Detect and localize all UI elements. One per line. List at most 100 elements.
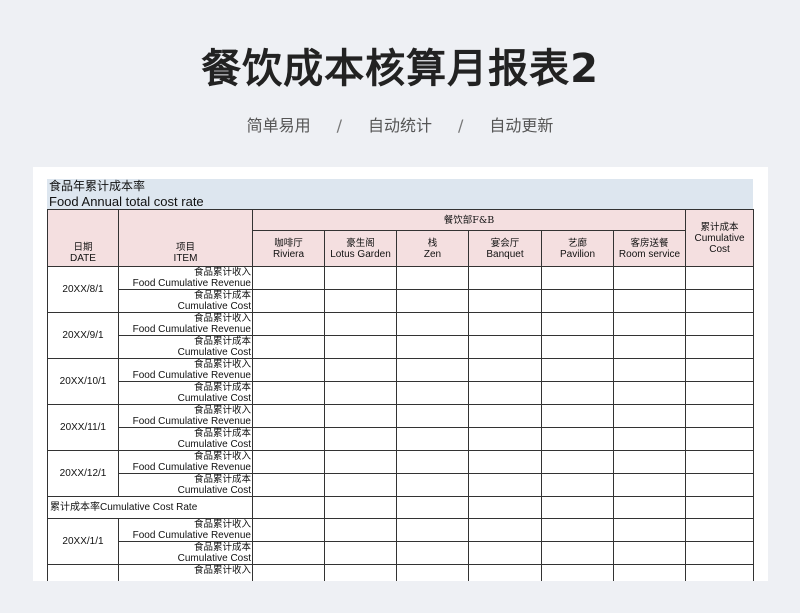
value-cell[interactable] bbox=[324, 312, 397, 336]
value-cell[interactable] bbox=[613, 427, 686, 451]
value-cell[interactable] bbox=[541, 564, 614, 581]
value-cell[interactable] bbox=[324, 404, 397, 428]
value-cell[interactable] bbox=[541, 473, 614, 497]
value-cell[interactable] bbox=[613, 518, 686, 542]
value-cell[interactable] bbox=[468, 473, 542, 497]
item-cell: 食品累计收入 bbox=[118, 564, 253, 581]
value-cell[interactable] bbox=[541, 335, 614, 359]
value-cell[interactable] bbox=[396, 518, 469, 542]
value-cell[interactable] bbox=[685, 473, 754, 497]
value-cell[interactable] bbox=[468, 541, 542, 565]
value-cell[interactable] bbox=[685, 312, 754, 336]
value-cell[interactable] bbox=[252, 266, 325, 290]
value-cell[interactable] bbox=[468, 404, 542, 428]
value-cell[interactable] bbox=[541, 450, 614, 474]
value-cell[interactable] bbox=[396, 473, 469, 497]
value-cell[interactable] bbox=[396, 541, 469, 565]
value-cell[interactable] bbox=[252, 404, 325, 428]
value-cell[interactable] bbox=[468, 427, 542, 451]
value-cell[interactable] bbox=[396, 266, 469, 290]
value-cell[interactable] bbox=[252, 427, 325, 451]
value-cell[interactable] bbox=[324, 289, 397, 313]
value-cell[interactable] bbox=[324, 358, 397, 382]
value-cell[interactable] bbox=[252, 473, 325, 497]
value-cell[interactable] bbox=[324, 450, 397, 474]
value-cell[interactable] bbox=[685, 381, 754, 405]
value-cell[interactable] bbox=[324, 518, 397, 542]
value-cell[interactable] bbox=[613, 473, 686, 497]
value-cell[interactable] bbox=[324, 335, 397, 359]
value-cell[interactable] bbox=[396, 312, 469, 336]
value-cell[interactable] bbox=[541, 404, 614, 428]
value-cell[interactable] bbox=[685, 450, 754, 474]
item-label-cn: 食品累计成本 bbox=[193, 474, 251, 486]
value-cell[interactable] bbox=[324, 266, 397, 290]
value-cell[interactable] bbox=[613, 404, 686, 428]
sheet-banner: 食品年累计成本率 Food Annual total cost rate bbox=[47, 179, 753, 209]
value-cell[interactable] bbox=[613, 266, 686, 290]
item-cell: 食品累计收入 Food Cumulative Revenue bbox=[118, 358, 253, 382]
value-cell[interactable] bbox=[252, 564, 325, 581]
value-cell[interactable] bbox=[685, 541, 754, 565]
value-cell[interactable] bbox=[541, 289, 614, 313]
value-cell[interactable] bbox=[541, 541, 614, 565]
value-cell[interactable] bbox=[396, 427, 469, 451]
value-cell[interactable] bbox=[685, 564, 754, 581]
value-cell[interactable] bbox=[468, 358, 542, 382]
value-cell[interactable] bbox=[613, 312, 686, 336]
value-cell[interactable] bbox=[324, 427, 397, 451]
value-cell[interactable] bbox=[252, 541, 325, 565]
value-cell[interactable] bbox=[252, 312, 325, 336]
value-cell[interactable] bbox=[252, 358, 325, 382]
value-cell[interactable] bbox=[685, 427, 754, 451]
value-cell[interactable] bbox=[396, 358, 469, 382]
value-cell[interactable] bbox=[685, 404, 754, 428]
value-cell[interactable] bbox=[324, 541, 397, 565]
value-cell[interactable] bbox=[468, 450, 542, 474]
value-cell[interactable] bbox=[541, 427, 614, 451]
value-cell[interactable] bbox=[685, 289, 754, 313]
value-cell[interactable] bbox=[468, 266, 542, 290]
value-cell[interactable] bbox=[396, 289, 469, 313]
value-cell[interactable] bbox=[541, 312, 614, 336]
spreadsheet-preview: 食品年累计成本率 Food Annual total cost rate 日期 … bbox=[33, 167, 768, 581]
value-cell[interactable] bbox=[613, 289, 686, 313]
value-cell[interactable] bbox=[613, 358, 686, 382]
value-cell[interactable] bbox=[541, 266, 614, 290]
value-cell[interactable] bbox=[685, 266, 754, 290]
value-cell[interactable] bbox=[468, 518, 542, 542]
value-cell[interactable] bbox=[396, 564, 469, 581]
value-cell[interactable] bbox=[613, 450, 686, 474]
value-cell[interactable] bbox=[468, 564, 542, 581]
value-cell[interactable] bbox=[324, 473, 397, 497]
value-cell[interactable] bbox=[252, 289, 325, 313]
value-cell[interactable] bbox=[396, 404, 469, 428]
outlet-header-en: Riviera bbox=[272, 248, 305, 260]
value-cell[interactable] bbox=[613, 541, 686, 565]
value-cell[interactable] bbox=[613, 335, 686, 359]
value-cell[interactable] bbox=[252, 381, 325, 405]
value-cell[interactable] bbox=[468, 289, 542, 313]
value-cell[interactable] bbox=[685, 518, 754, 542]
value-cell[interactable] bbox=[468, 312, 542, 336]
item-cell: 食品累计收入 Food Cumulative Revenue bbox=[118, 518, 253, 542]
item-label-en: Cumulative Cost bbox=[177, 485, 251, 496]
value-cell[interactable] bbox=[252, 335, 325, 359]
value-cell[interactable] bbox=[541, 381, 614, 405]
value-cell[interactable] bbox=[324, 381, 397, 405]
value-cell[interactable] bbox=[252, 518, 325, 542]
value-cell[interactable] bbox=[324, 564, 397, 581]
value-cell[interactable] bbox=[396, 335, 469, 359]
outlet-header: 咖啡厅 Riviera bbox=[252, 230, 325, 267]
value-cell[interactable] bbox=[613, 564, 686, 581]
value-cell[interactable] bbox=[685, 335, 754, 359]
value-cell[interactable] bbox=[468, 335, 542, 359]
value-cell[interactable] bbox=[396, 381, 469, 405]
value-cell[interactable] bbox=[541, 518, 614, 542]
value-cell[interactable] bbox=[613, 381, 686, 405]
value-cell[interactable] bbox=[252, 450, 325, 474]
value-cell[interactable] bbox=[468, 381, 542, 405]
value-cell[interactable] bbox=[685, 358, 754, 382]
value-cell[interactable] bbox=[541, 358, 614, 382]
value-cell[interactable] bbox=[396, 450, 469, 474]
